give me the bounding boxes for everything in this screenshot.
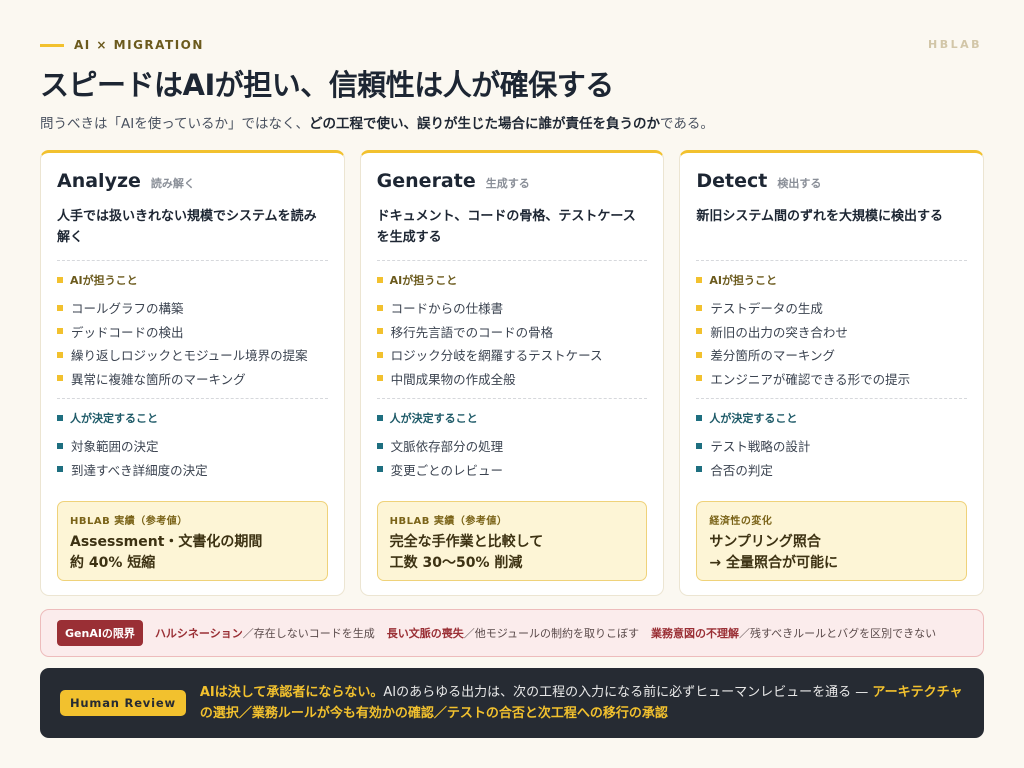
card-title: Generate: [376, 170, 476, 192]
divider: [376, 260, 648, 261]
list-item: 対象範囲の決定: [57, 434, 328, 458]
divider: [57, 260, 328, 261]
ai-task-list: テストデータの生成 新旧の出力の突き合わせ 差分箇所のマーキング エンジニアが確…: [696, 296, 967, 390]
list-item: 移行先言語でのコードの骨格: [376, 320, 648, 344]
human-task-list: 文脈依存部分の処理 変更ごとのレビュー: [376, 434, 648, 482]
square-bullet-icon: [696, 351, 703, 358]
square-bullet-icon: [696, 328, 703, 335]
divider: [376, 398, 648, 399]
callout-label: HBLAB 実績（参考値）: [389, 516, 508, 527]
square-bullet-icon: [376, 304, 383, 311]
page-subtitle: 問うべきは「AIを使っているか」ではなく、どの工程で使い、誤りが生じた場合に誰が…: [40, 112, 714, 132]
ai-section-label: AIが担うこと: [376, 272, 648, 288]
list-item: エンジニアが確認できる形での提示: [696, 367, 967, 391]
ai-task-list: コードからの仕様書 移行先言語でのコードの骨格 ロジック分岐を網羅するテストケー…: [376, 296, 648, 391]
callout-label: HBLAB 実績（参考値）: [70, 516, 188, 527]
subtitle-emphasis: どの工程で使い、誤りが生じた場合に誰が責任を負うのか: [309, 116, 661, 132]
square-bullet-icon: [57, 466, 63, 473]
eyebrow: AI × MIGRATION: [40, 38, 204, 52]
limit-item: 業務意図の不理解／残すべきルールとバグを区別できない: [650, 627, 937, 640]
square-bullet-icon: [57, 277, 63, 283]
square-bullet-icon: [696, 466, 703, 473]
square-bullet-icon: [57, 304, 63, 311]
eyebrow-label: AI × MIGRATION: [74, 38, 204, 52]
phase-cards: Analyze 読み解く 人手では扱いきれない規模でシステムを読み解く AIが担…: [40, 150, 985, 596]
result-callout: HBLAB 実績（参考値） Assessment・文書化の期間約 40% 短縮: [57, 501, 328, 581]
square-bullet-icon: [376, 277, 383, 283]
list-item: テスト戦略の設計: [696, 434, 967, 458]
card-detect: Detect 検出する 新旧システム間のずれを大規模に検出する AIが担うこと …: [679, 150, 985, 596]
limits-badge: GenAIの限界: [57, 620, 143, 646]
card-description: 人手では扱いきれない規模でシステムを読み解く: [57, 209, 317, 245]
list-item: 異常に複雑な箇所のマーキング: [57, 367, 328, 391]
list-item: テストデータの生成: [696, 296, 967, 320]
card-subtitle-jp: 読み解く: [150, 177, 195, 190]
result-callout: HBLAB 実績（参考値） 完全な手作業と比較して 工数 30〜50% 削減: [376, 501, 648, 581]
card-generate: Generate 生成する ドキュメント、コードの骨格、テストケースを生成する …: [359, 150, 665, 596]
list-item: コールグラフの構築: [57, 296, 328, 320]
list-item: 変更ごとのレビュー: [376, 458, 648, 482]
square-bullet-icon: [376, 351, 383, 358]
square-bullet-icon: [376, 442, 383, 449]
divider: [57, 398, 328, 399]
list-item: 合否の判定: [696, 458, 967, 482]
human-task-list: テスト戦略の設計 合否の判定: [696, 434, 967, 481]
square-bullet-icon: [376, 328, 383, 335]
square-bullet-icon: [696, 277, 703, 283]
square-bullet-icon: [696, 375, 703, 382]
subtitle-part-c: である。: [660, 116, 714, 132]
human-task-list: 対象範囲の決定 到達すべき詳細度の決定: [57, 434, 328, 481]
square-bullet-icon: [376, 466, 383, 473]
square-bullet-icon: [57, 375, 63, 382]
limit-item: ハルシネーション／存在しないコードを生成: [154, 627, 375, 640]
card-subtitle-jp: 生成する: [485, 177, 530, 190]
list-item: 繰り返しロジックとモジュール境界の提案: [57, 343, 328, 367]
genai-limits-bar: GenAIの限界 ハルシネーション／存在しないコードを生成 長い文脈の喪失／他モ…: [40, 609, 984, 657]
list-item: デッドコードの検出: [57, 320, 328, 344]
brand-logo: HBLAB: [928, 38, 982, 51]
square-bullet-icon: [376, 415, 383, 421]
eyebrow-accent-line: [40, 43, 64, 47]
list-item: 差分箇所のマーキング: [696, 343, 967, 367]
callout-text: 完全な手作業と比較して 工数 30〜50% 削減: [389, 534, 544, 571]
card-title: Analyze: [57, 170, 141, 192]
square-bullet-icon: [376, 375, 383, 382]
square-bullet-icon: [57, 351, 63, 358]
list-item: 中間成果物の作成全般: [376, 367, 648, 391]
card-title: Detect: [696, 170, 768, 192]
card-analyze: Analyze 読み解く 人手では扱いきれない規模でシステムを読み解く AIが担…: [40, 150, 345, 596]
human-review-bar: Human Review AIは決して承認者にならない。AIのあらゆる出力は、次…: [40, 668, 984, 738]
list-item: 新旧の出力の突き合わせ: [696, 320, 967, 344]
human-section-label: 人が決定すること: [696, 410, 967, 426]
subtitle-part-a: 問うべきは「AIを使っているか」ではなく、: [40, 116, 310, 132]
card-subtitle-jp: 検出する: [777, 177, 822, 190]
square-bullet-icon: [696, 304, 703, 311]
callout-text: Assessment・文書化の期間約 40% 短縮: [70, 534, 263, 571]
card-description: ドキュメント、コードの骨格、テストケースを生成する: [376, 209, 636, 245]
limit-item: 長い文脈の喪失／他モジュールの制約を取りこぼす: [386, 627, 639, 640]
divider: [696, 260, 968, 261]
list-item: ロジック分岐を網羅するテストケース: [376, 343, 648, 367]
square-bullet-icon: [696, 415, 703, 421]
square-bullet-icon: [57, 415, 63, 421]
human-review-badge: Human Review: [60, 690, 186, 716]
list-item: 文脈依存部分の処理: [376, 434, 648, 458]
ai-section-label: AIが担うこと: [696, 272, 967, 288]
callout-text: サンプリング照合 → 全量照合が可能に: [709, 534, 838, 571]
list-item: コードからの仕様書: [376, 296, 648, 320]
divider: [696, 398, 968, 399]
list-item: 到達すべき詳細度の決定: [57, 458, 328, 482]
page-title: スピードはAIが担い、信頼性は人が確保する: [40, 68, 614, 102]
human-review-text: AIは決して承認者にならない。AIのあらゆる出力は、次の工程の入力になる前に必ず…: [199, 685, 963, 721]
result-callout: 経済性の変化 サンプリング照合 → 全量照合が可能に: [696, 501, 968, 581]
square-bullet-icon: [696, 442, 703, 449]
card-description: 新旧システム間のずれを大規模に検出する: [696, 209, 943, 224]
square-bullet-icon: [57, 328, 63, 335]
human-section-label: 人が決定すること: [376, 410, 648, 426]
ai-section-label: AIが担うこと: [57, 272, 328, 288]
ai-task-list: コールグラフの構築 デッドコードの検出 繰り返しロジックとモジュール境界の提案 …: [57, 296, 328, 390]
square-bullet-icon: [57, 442, 63, 449]
callout-label: 経済性の変化: [709, 516, 773, 527]
human-section-label: 人が決定すること: [57, 410, 328, 426]
